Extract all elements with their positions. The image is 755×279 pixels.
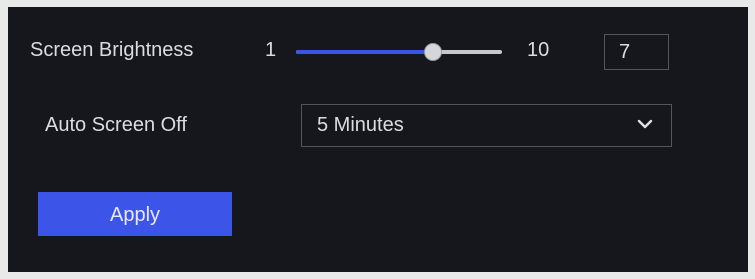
chevron-down-icon bbox=[637, 119, 653, 129]
brightness-slider-fill bbox=[296, 50, 433, 54]
brightness-value-input[interactable]: 7 bbox=[604, 34, 669, 70]
auto-screen-off-value: 5 Minutes bbox=[317, 114, 404, 136]
screen-brightness-label: Screen Brightness bbox=[30, 39, 194, 61]
brightness-slider-thumb[interactable] bbox=[424, 43, 442, 61]
brightness-max-label: 10 bbox=[527, 39, 550, 61]
apply-button[interactable]: Apply bbox=[38, 192, 232, 236]
settings-panel: Screen Brightness 1 10 7 Auto Screen Off… bbox=[8, 7, 748, 272]
auto-screen-off-label: Auto Screen Off bbox=[45, 114, 187, 136]
auto-screen-off-select[interactable]: 5 Minutes bbox=[301, 104, 672, 147]
brightness-min-label: 1 bbox=[265, 39, 277, 61]
brightness-slider[interactable] bbox=[296, 43, 502, 61]
